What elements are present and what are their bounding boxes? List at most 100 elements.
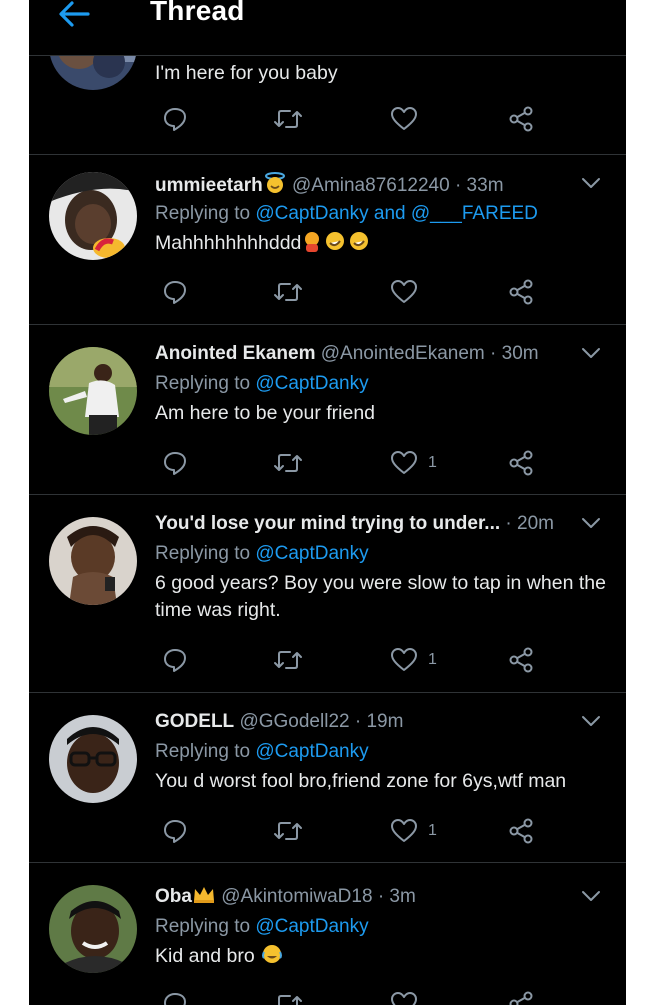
chevron-down-icon[interactable] [580, 885, 602, 907]
tweet-3[interactable]: You'd lose your mind trying to under... … [29, 495, 626, 693]
reply-button[interactable] [162, 989, 188, 1005]
user-handle[interactable]: @Amina87612240 [292, 175, 450, 196]
display-name[interactable]: Oba [155, 886, 192, 907]
mention-link[interactable]: @CaptDanky [255, 373, 368, 394]
user-handle[interactable]: @GGodell22 [239, 711, 349, 732]
share-button[interactable] [507, 989, 535, 1005]
woman-facepalming-emoji-icon [305, 232, 320, 252]
tweet-actions: 1 [155, 448, 575, 478]
tweet-text: Kid and bro [155, 943, 606, 970]
replying-to-label: Replying to [155, 543, 251, 564]
share-button[interactable] [507, 277, 535, 307]
back-button[interactable] [57, 0, 97, 30]
retweet-icon [274, 822, 302, 840]
like-count: 1 [428, 651, 437, 668]
display-name[interactable]: You'd lose your mind trying to under... [155, 513, 500, 534]
mention-link[interactable]: @CaptDanky [255, 543, 368, 564]
like-button[interactable]: 1 [390, 448, 437, 478]
reply-icon [164, 108, 186, 131]
replying-to-label: Replying to [155, 741, 251, 762]
tweet-text: You d worst fool bro,friend zone for 6ys… [155, 770, 567, 792]
arrow-left-icon [59, 1, 90, 27]
mention-link[interactable]: @CaptDanky [255, 741, 368, 762]
like-button[interactable]: 1 [390, 645, 437, 675]
rofl-emoji-icon [326, 232, 345, 250]
reply-icon [164, 452, 186, 475]
tweet-header: Oba @AkintomiwaD18 · 3m [155, 885, 606, 909]
tears-of-joy-emoji-icon [262, 945, 283, 963]
share-button[interactable] [507, 448, 535, 478]
reply-button[interactable] [162, 104, 188, 134]
avatar[interactable] [49, 517, 137, 605]
reply-icon [164, 820, 186, 843]
mention-link[interactable]: @CaptDanky and @___FAREED [255, 203, 538, 224]
display-name[interactable]: Anointed Ekanem [155, 343, 315, 364]
avatar[interactable] [49, 885, 137, 973]
like-button[interactable] [390, 277, 428, 307]
tweet-2[interactable]: Anointed Ekanem @AnointedEkanem · 30m Re… [29, 325, 626, 495]
reply-button[interactable] [162, 645, 188, 675]
tweet-4[interactable]: GODELL @GGodell22 · 19m Replying to @Cap… [29, 693, 626, 863]
share-button[interactable] [507, 816, 535, 846]
tweet-time: · 30m [490, 343, 539, 364]
smiling-halo-emoji-icon [264, 172, 285, 193]
avatar[interactable] [49, 347, 137, 435]
retweet-button[interactable] [273, 448, 303, 478]
replying-to: Replying to @CaptDanky [155, 542, 606, 566]
like-button[interactable] [390, 104, 418, 134]
retweet-button[interactable] [273, 104, 303, 134]
reply-button[interactable] [162, 816, 188, 846]
share-button[interactable] [507, 645, 535, 675]
heart-icon [391, 451, 417, 474]
like-count: 1 [428, 822, 437, 839]
retweet-button[interactable] [273, 816, 303, 846]
replying-to: Replying to @CaptDanky and @___FAREED [155, 202, 606, 226]
tweet-text: 6 good years? Boy you were slow to tap i… [155, 572, 606, 621]
tweet-text: Am here to be your friend [155, 402, 376, 424]
tweet-text-content: Kid and bro [155, 945, 255, 967]
reply-button[interactable] [162, 277, 188, 307]
tweet-text-content: Mahhhhhhhhddd [155, 232, 302, 254]
chevron-down-icon[interactable] [580, 172, 602, 194]
tweet-text: I'm here for you baby [155, 62, 338, 84]
tweet-actions: 1 [155, 816, 575, 846]
display-name[interactable]: GODELL [155, 711, 234, 732]
tweet-header: You'd lose your mind trying to under... … [155, 512, 606, 536]
tweet-time: · 19m [354, 711, 404, 732]
reply-icon [164, 993, 186, 1005]
replying-to: Replying to @CaptDanky [155, 915, 606, 939]
user-handle[interactable]: @AnointedEkanem [321, 343, 485, 364]
mention-link[interactable]: @CaptDanky [255, 916, 368, 937]
share-icon [509, 279, 533, 305]
chevron-down-icon[interactable] [580, 512, 602, 534]
retweet-button[interactable] [273, 277, 303, 307]
tweet-5[interactable]: Oba @AkintomiwaD18 · 3m Replying to @Cap… [29, 863, 626, 1005]
chevron-down-icon[interactable] [580, 710, 602, 732]
page-title: Thread [150, 0, 245, 26]
like-count: 1 [428, 454, 437, 471]
like-button[interactable] [390, 989, 428, 1005]
avatar[interactable] [49, 172, 137, 260]
share-icon [509, 818, 533, 844]
chevron-down-icon[interactable] [580, 342, 602, 364]
retweet-button[interactable] [273, 645, 303, 675]
tweet-header: GODELL @GGodell22 · 19m [155, 710, 606, 734]
share-button[interactable] [507, 104, 535, 134]
replying-to-label: Replying to [155, 203, 251, 224]
thread-screen: Thread I'm here for you baby ummieetarh … [29, 0, 626, 1005]
avatar[interactable] [49, 715, 137, 803]
heart-icon [391, 280, 417, 303]
retweet-icon [274, 283, 302, 301]
heart-icon [391, 992, 417, 1005]
tweet-1[interactable]: ummieetarh @Amina87612240 · 33m Replying… [29, 155, 626, 325]
share-icon [509, 450, 533, 476]
display-name[interactable]: ummieetarh [155, 175, 263, 196]
replying-to-label: Replying to [155, 373, 251, 394]
tweet-text: Mahhhhhhhhddd [155, 230, 606, 257]
user-handle[interactable]: @AkintomiwaD18 [221, 886, 372, 907]
reply-button[interactable] [162, 448, 188, 478]
tweet-actions [155, 989, 575, 1005]
retweet-button[interactable] [273, 989, 303, 1005]
share-icon [509, 106, 533, 132]
like-button[interactable]: 1 [390, 816, 437, 846]
